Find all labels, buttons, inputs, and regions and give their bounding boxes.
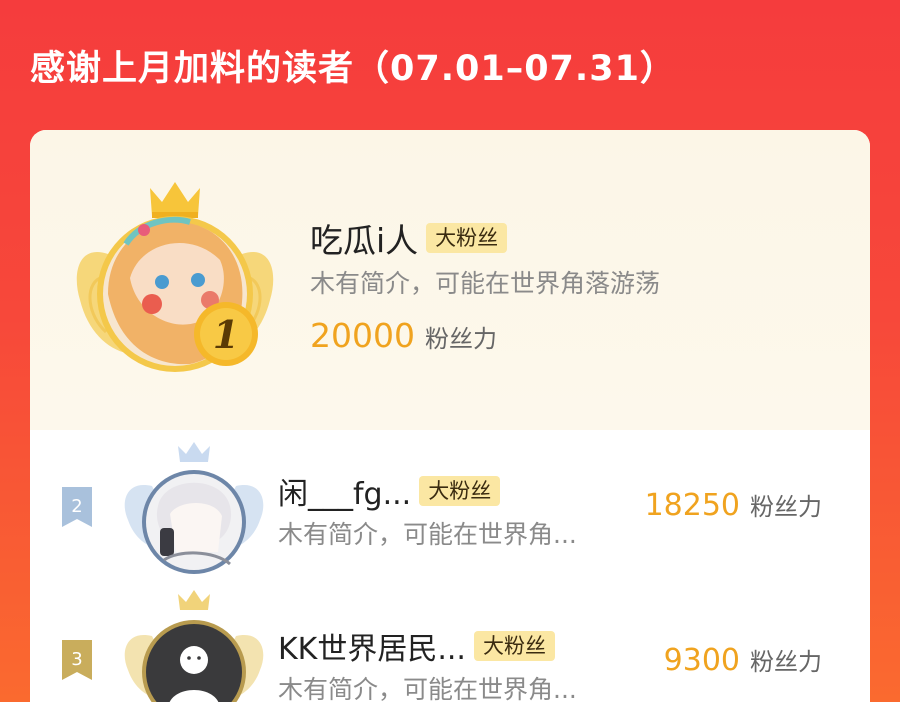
fan-level-badge: 大粉丝 bbox=[473, 631, 555, 661]
page-title: 感谢上月加料的读者（07.01–07.31） bbox=[30, 49, 676, 89]
gold-crown-icon bbox=[150, 182, 200, 218]
avatar[interactable] bbox=[118, 440, 270, 580]
reader-bio: 木有简介，可能在世界角落游荡 bbox=[310, 269, 661, 298]
fan-power-unit: 粉丝力 bbox=[424, 325, 497, 353]
fan-power: 20000 粉丝力 bbox=[310, 316, 497, 355]
list-item[interactable]: 2 闲___fg... 大粉丝 木有简介，可能在世界角... 18250 粉丝力 bbox=[30, 435, 870, 575]
rank-2-flag-icon: 2 bbox=[62, 487, 92, 527]
fan-power-value: 20000 bbox=[310, 316, 415, 355]
reader-name[interactable]: 吃瓜i人 bbox=[310, 214, 418, 262]
fan-power-value: 9300 bbox=[663, 643, 740, 678]
fan-power: 18250 粉丝力 bbox=[645, 487, 822, 523]
list-item[interactable]: 3 KK世界居民... 大粉丝 木有简介，可能在世界角... 9300 粉丝力 bbox=[30, 590, 870, 702]
fan-power-unit: 粉丝力 bbox=[750, 493, 822, 521]
fan-level-badge: 大粉丝 bbox=[426, 223, 508, 253]
bronze-crown-icon bbox=[178, 590, 210, 610]
silver-crown-icon bbox=[178, 442, 210, 462]
reader-name[interactable]: KK世界居民... bbox=[278, 624, 466, 668]
svg-text:2: 2 bbox=[71, 496, 82, 517]
reader-bio: 木有简介，可能在世界角... bbox=[278, 675, 577, 702]
first-place-avatar[interactable]: 1 bbox=[70, 182, 280, 372]
rank-1-medal-icon: 1 bbox=[194, 302, 258, 366]
svg-text:3: 3 bbox=[71, 649, 82, 670]
avatar[interactable] bbox=[118, 590, 270, 702]
reader-name-row: KK世界居民... 大粉丝 bbox=[278, 624, 555, 668]
fan-power: 9300 粉丝力 bbox=[664, 642, 822, 678]
reader-name-row: 闲___fg... 大粉丝 bbox=[278, 469, 501, 513]
leaderboard-card: 1 吃瓜i人 大粉丝 木有简介，可能在世界角落游荡 20000 粉丝力 2 闲_… bbox=[30, 130, 870, 702]
svg-text:1: 1 bbox=[213, 312, 239, 357]
first-place-name-row: 吃瓜i人 大粉丝 bbox=[310, 214, 508, 262]
reader-name[interactable]: 闲___fg... bbox=[278, 469, 411, 513]
fan-power-value: 18250 bbox=[644, 488, 740, 523]
first-place-section[interactable]: 1 吃瓜i人 大粉丝 木有简介，可能在世界角落游荡 20000 粉丝力 bbox=[30, 130, 870, 430]
rank-3-flag-icon: 3 bbox=[62, 640, 92, 680]
reader-bio: 木有简介，可能在世界角... bbox=[278, 520, 577, 549]
fan-power-unit: 粉丝力 bbox=[750, 648, 822, 676]
fan-level-badge: 大粉丝 bbox=[419, 476, 501, 506]
